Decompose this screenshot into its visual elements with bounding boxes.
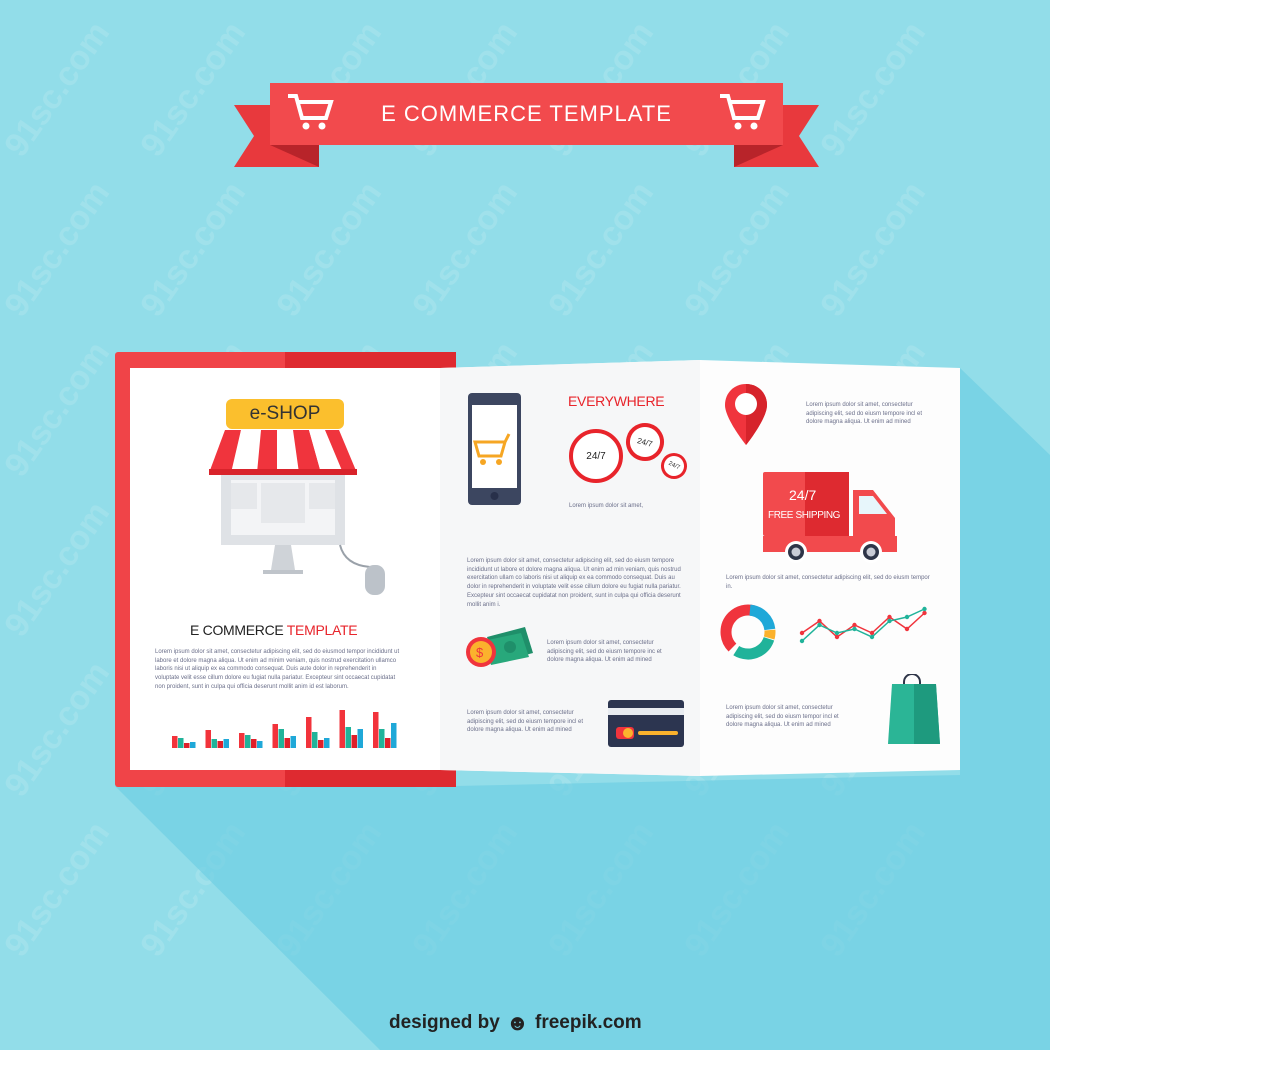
- bar: [345, 727, 351, 748]
- heading-red: TEMPLATE: [286, 622, 358, 638]
- shopping-cart-icon: [720, 94, 766, 130]
- bar: [257, 741, 263, 748]
- bar-chart-illustration: [172, 710, 397, 748]
- clock-label: 24/7: [667, 460, 681, 472]
- chart-point: [834, 634, 840, 640]
- shopping-bag-icon: [888, 674, 940, 744]
- heading-dark: E COMMERCE: [190, 622, 284, 638]
- shop-sign: e-SHOP: [226, 399, 344, 429]
- cover-paragraph: Lorem ipsum dolor sit amet, consectetur …: [155, 649, 400, 690]
- bar: [351, 735, 357, 748]
- clock-24-7-icon: 24/7: [569, 429, 623, 483]
- chart-point: [904, 626, 910, 632]
- designed-by: designed by: [389, 1012, 500, 1033]
- chart-point: [817, 622, 822, 628]
- shopping-cart-icon: [288, 94, 334, 130]
- bar: [357, 729, 363, 748]
- bar: [211, 739, 217, 748]
- bar: [324, 738, 330, 748]
- chart-point: [817, 618, 822, 624]
- svg-text:$: $: [476, 645, 484, 660]
- bar: [312, 732, 318, 748]
- chart-point: [852, 626, 857, 632]
- awning: [209, 430, 357, 475]
- chart-point: [922, 606, 927, 612]
- bar: [290, 736, 296, 748]
- freepik-brand: freepik.com: [535, 1012, 642, 1033]
- truck-24-7: 24/7: [789, 487, 817, 503]
- bar: [251, 739, 257, 748]
- smartphone-cart-icon: [468, 393, 521, 505]
- card-text: Lorem ipsum dolor sit amet, consectetur …: [467, 710, 584, 734]
- money-icon: $: [466, 627, 533, 667]
- donut-chart-icon: [720, 604, 776, 660]
- bar: [245, 735, 251, 748]
- bar: [272, 724, 278, 748]
- bar: [217, 741, 223, 748]
- shipping-text: Lorem ipsum dolor sit amet, consectetur …: [726, 575, 930, 590]
- bar: [284, 738, 290, 748]
- bar: [379, 729, 385, 748]
- money-text: Lorem ipsum dolor sit amet, consectetur …: [547, 640, 662, 664]
- location-pin-icon: [725, 384, 767, 445]
- bar: [306, 717, 312, 748]
- banner-title: E COMMERCE TEMPLATE: [381, 101, 672, 126]
- background: 91sc.com 91sc.com 91sc.com 91sc.com 91sc.com…: [0, 0, 1050, 1050]
- freepik-logo-icon: ☻: [505, 1010, 530, 1035]
- everywhere-caption: Lorem ipsum dolor sit amet,: [569, 503, 644, 509]
- bar: [190, 742, 196, 748]
- bar: [184, 743, 190, 748]
- chart-point: [904, 614, 910, 620]
- everywhere-heading: EVERYWHERE: [568, 393, 665, 409]
- bar: [239, 733, 245, 748]
- credit-card-icon: [608, 700, 684, 747]
- chart-point: [869, 634, 875, 640]
- chart-point: [799, 638, 805, 644]
- title-banner: E COMMERCE TEMPLATE: [270, 83, 783, 145]
- bar: [339, 710, 345, 748]
- clock-label: 24/7: [586, 450, 606, 462]
- bar: [205, 730, 211, 748]
- credit-line: designed by ☻ freepik.com: [389, 1010, 642, 1036]
- chart-point: [852, 622, 857, 628]
- cover-heading: E COMMERCE TEMPLATE: [190, 622, 358, 638]
- bag-text: Lorem ipsum dolor sit amet, consectetur …: [726, 705, 839, 729]
- shop-sign-text: e-SHOP: [249, 403, 321, 424]
- middle-paragraph: Lorem ipsum dolor sit amet, consectetur …: [467, 558, 681, 608]
- bar: [223, 739, 229, 748]
- location-text: Lorem ipsum dolor sit amet, consectetur …: [806, 402, 923, 426]
- bar: [391, 723, 397, 748]
- bar: [318, 740, 324, 748]
- truck-free-shipping: FREE SHIPPING: [768, 510, 841, 521]
- chart-point: [799, 630, 805, 636]
- line-chart-icon: [799, 606, 927, 644]
- bar: [172, 736, 178, 748]
- clock-label: 24/7: [636, 435, 654, 449]
- chart-point: [869, 630, 875, 636]
- chart-point: [834, 630, 840, 636]
- chart-point: [887, 614, 892, 620]
- bar: [178, 738, 184, 748]
- bar: [385, 738, 391, 748]
- chart-point: [887, 618, 892, 624]
- chart-point: [922, 610, 927, 616]
- bar: [373, 712, 379, 748]
- bar: [278, 729, 284, 748]
